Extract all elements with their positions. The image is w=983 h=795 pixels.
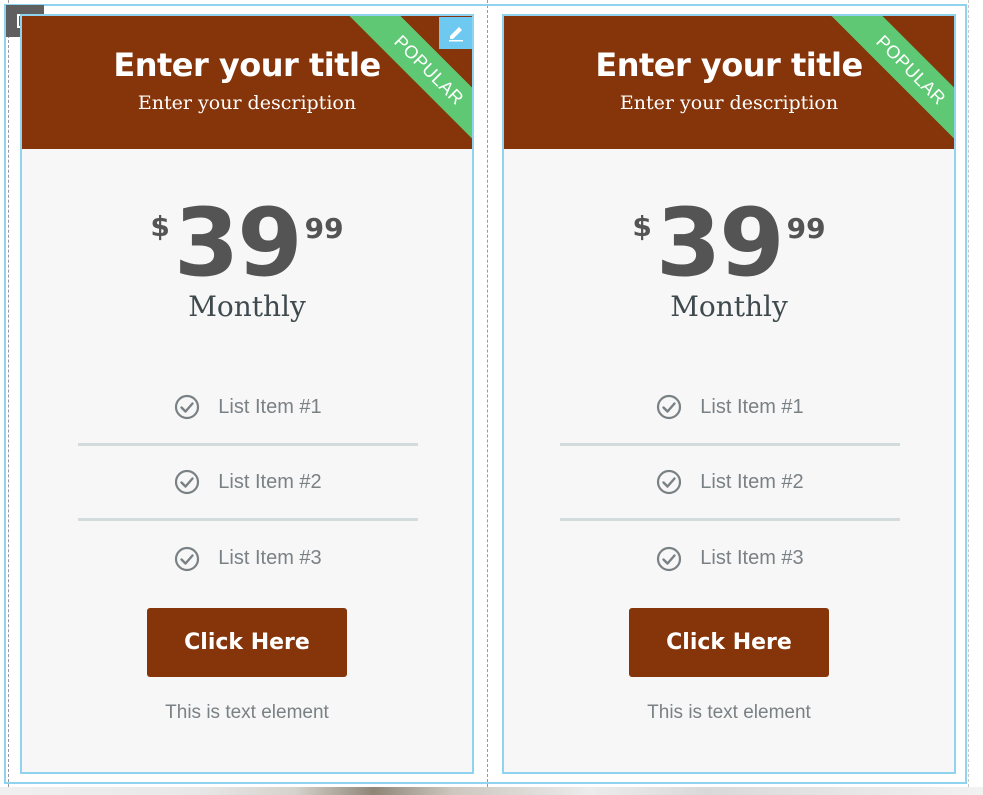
feature-list: List Item #1 List Item #2 List Item #3 xyxy=(78,371,418,596)
pencil-icon xyxy=(449,27,463,42)
check-circle-icon xyxy=(656,469,682,495)
check-circle-icon xyxy=(174,394,200,420)
edit-button[interactable] xyxy=(439,17,472,49)
check-circle-icon xyxy=(656,394,682,420)
list-item-label: List Item #3 xyxy=(700,547,804,569)
pricing-card: Enter your title Enter your description … xyxy=(20,14,474,774)
card-header: Enter your title Enter your description … xyxy=(22,16,472,150)
list-item-label: List Item #3 xyxy=(218,547,322,569)
list-item: List Item #3 xyxy=(560,521,900,596)
background-image-strip xyxy=(0,787,983,795)
list-item-label: List Item #2 xyxy=(218,470,322,493)
pricing-card: Enter your title Enter your description … xyxy=(502,14,956,774)
ribbon-wrapper: POPULAR xyxy=(814,16,954,156)
text-element[interactable]: This is text element xyxy=(22,702,472,724)
list-item-label: List Item #1 xyxy=(700,395,804,418)
column-outline-right xyxy=(968,0,970,787)
check-circle-icon xyxy=(174,546,200,572)
list-item: List Item #2 xyxy=(560,446,900,521)
click-here-button[interactable]: Click Here xyxy=(147,608,347,677)
list-item: List Item #2 xyxy=(78,446,418,521)
price-amount: 39 xyxy=(655,189,785,298)
price-cents: 99 xyxy=(786,212,826,245)
popular-ribbon: POPULAR xyxy=(831,16,954,150)
text-element[interactable]: This is text element xyxy=(504,702,954,724)
list-item-label: List Item #2 xyxy=(700,470,804,493)
check-circle-icon xyxy=(174,469,200,495)
list-item: List Item #3 xyxy=(78,521,418,596)
list-item: List Item #1 xyxy=(560,371,900,446)
list-item-label: List Item #1 xyxy=(218,395,322,418)
price-amount: 39 xyxy=(173,189,303,298)
feature-list: List Item #1 List Item #2 List Item #3 xyxy=(560,371,900,596)
price-currency: $ xyxy=(150,210,170,243)
card-header: Enter your title Enter your description … xyxy=(504,16,954,150)
click-here-button[interactable]: Click Here xyxy=(629,608,829,677)
price-period: Monthly xyxy=(670,290,788,323)
price-cents: 99 xyxy=(304,212,344,245)
check-circle-icon xyxy=(656,546,682,572)
list-item: List Item #1 xyxy=(78,371,418,446)
price-period: Monthly xyxy=(188,290,306,323)
price-currency: $ xyxy=(632,210,652,243)
